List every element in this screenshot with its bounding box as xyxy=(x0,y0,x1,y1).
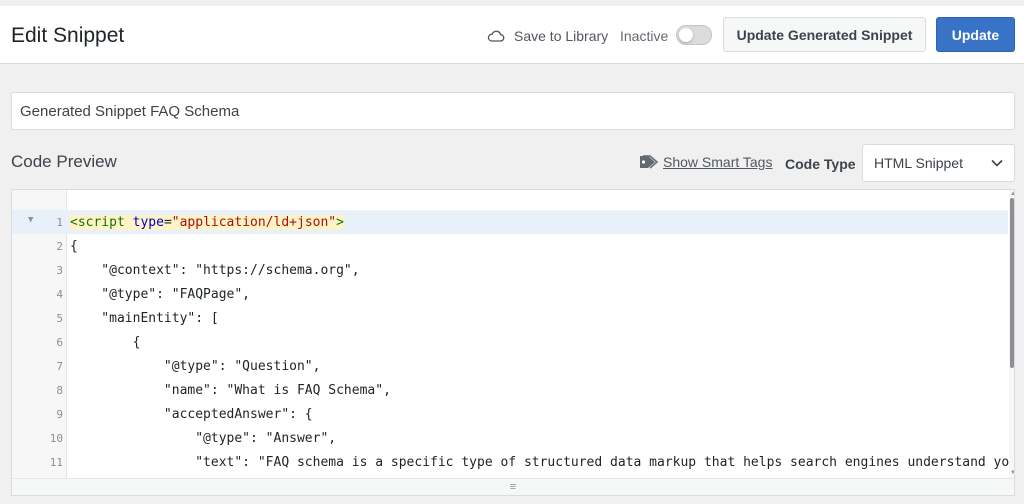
code-text: { xyxy=(70,334,141,350)
code-type-select[interactable]: HTML Snippet xyxy=(862,144,1015,182)
code-line[interactable]: 6 { xyxy=(12,330,1008,354)
code-line[interactable]: 9 "acceptedAnswer": { xyxy=(12,402,1008,426)
save-to-library-label: Save to Library xyxy=(514,28,609,44)
cloud-icon xyxy=(487,30,505,42)
code-line[interactable]: 2 { xyxy=(12,234,1008,258)
toggle-knob xyxy=(679,28,693,42)
code-text: <script type="application/ld+json"> xyxy=(70,214,344,230)
drag-handle-icon: ≡ xyxy=(509,481,517,493)
code-line[interactable]: 5 "mainEntity": [ xyxy=(12,306,1008,330)
header-bar: Edit Snippet Save to Library Inactive Up… xyxy=(0,6,1024,64)
line-number: 4 xyxy=(56,287,63,301)
code-line[interactable]: 11 "text": "FAQ schema is a specific typ… xyxy=(12,450,1014,474)
code-line[interactable]: 4 "@type": "FAQPage", xyxy=(12,282,1008,306)
code-line[interactable]: ▼ 1 <script type="application/ld+json"> xyxy=(12,210,1008,234)
active-toggle[interactable] xyxy=(676,25,712,45)
chevron-down-icon xyxy=(991,159,1003,167)
scroll-up-arrow-icon[interactable]: ▲ xyxy=(1010,191,1014,197)
line-number: 11 xyxy=(49,455,63,469)
line-number: 8 xyxy=(56,383,63,397)
code-line[interactable]: 3 "@context": "https://schema.org", xyxy=(12,258,1008,282)
scrollbar-thumb[interactable] xyxy=(1010,198,1014,368)
code-type-label: Code Type xyxy=(785,156,856,172)
code-text: "@type": "Answer", xyxy=(70,430,337,446)
line-number: 2 xyxy=(56,239,63,253)
line-number: 3 xyxy=(56,263,63,277)
line-number: 6 xyxy=(56,335,63,349)
resize-handle[interactable]: ≡ xyxy=(12,478,1014,495)
save-to-library-button[interactable]: Save to Library xyxy=(487,26,608,46)
code-line[interactable]: 7 "@type": "Question", xyxy=(12,354,1008,378)
code-text: "@type": "Question", xyxy=(70,358,321,374)
snippet-title-input[interactable] xyxy=(11,92,1015,130)
code-text: "text": "FAQ schema is a specific type o… xyxy=(70,454,1015,470)
line-number: 7 xyxy=(56,359,63,373)
code-line[interactable]: 10 "@type": "Answer", xyxy=(12,426,1008,450)
update-button[interactable]: Update xyxy=(936,17,1015,52)
tag-icon xyxy=(640,155,659,169)
line-number: 1 xyxy=(56,215,63,229)
code-text: "name": "What is FAQ Schema", xyxy=(70,382,391,398)
code-editor[interactable]: ▼ 1 <script type="application/ld+json"> … xyxy=(11,189,1015,496)
page-title: Edit Snippet xyxy=(11,24,125,47)
line-number: 10 xyxy=(49,431,63,445)
update-generated-snippet-button[interactable]: Update Generated Snippet xyxy=(723,17,926,52)
code-text: "@type": "FAQPage", xyxy=(70,286,251,302)
code-line[interactable]: 8 "name": "What is FAQ Schema", xyxy=(12,378,1008,402)
show-smart-tags-link[interactable]: Show Smart Tags xyxy=(639,154,772,170)
scroll-down-arrow-icon[interactable]: ▼ xyxy=(1010,470,1014,476)
code-text: { xyxy=(70,238,78,254)
code-type-value: HTML Snippet xyxy=(874,155,963,171)
code-preview-heading: Code Preview xyxy=(11,152,117,171)
show-smart-tags-label: Show Smart Tags xyxy=(663,154,773,170)
vertical-scrollbar[interactable]: ▲ ▼ xyxy=(1009,190,1014,478)
line-number: 5 xyxy=(56,311,63,325)
status-label: Inactive xyxy=(620,28,669,44)
code-text: "@context": "https://schema.org", xyxy=(70,262,360,278)
code-lines: ▼ 1 <script type="application/ld+json"> … xyxy=(12,210,1014,474)
code-text: "mainEntity": [ xyxy=(70,310,219,326)
line-number: 9 xyxy=(56,407,63,421)
code-text: "acceptedAnswer": { xyxy=(70,406,313,422)
